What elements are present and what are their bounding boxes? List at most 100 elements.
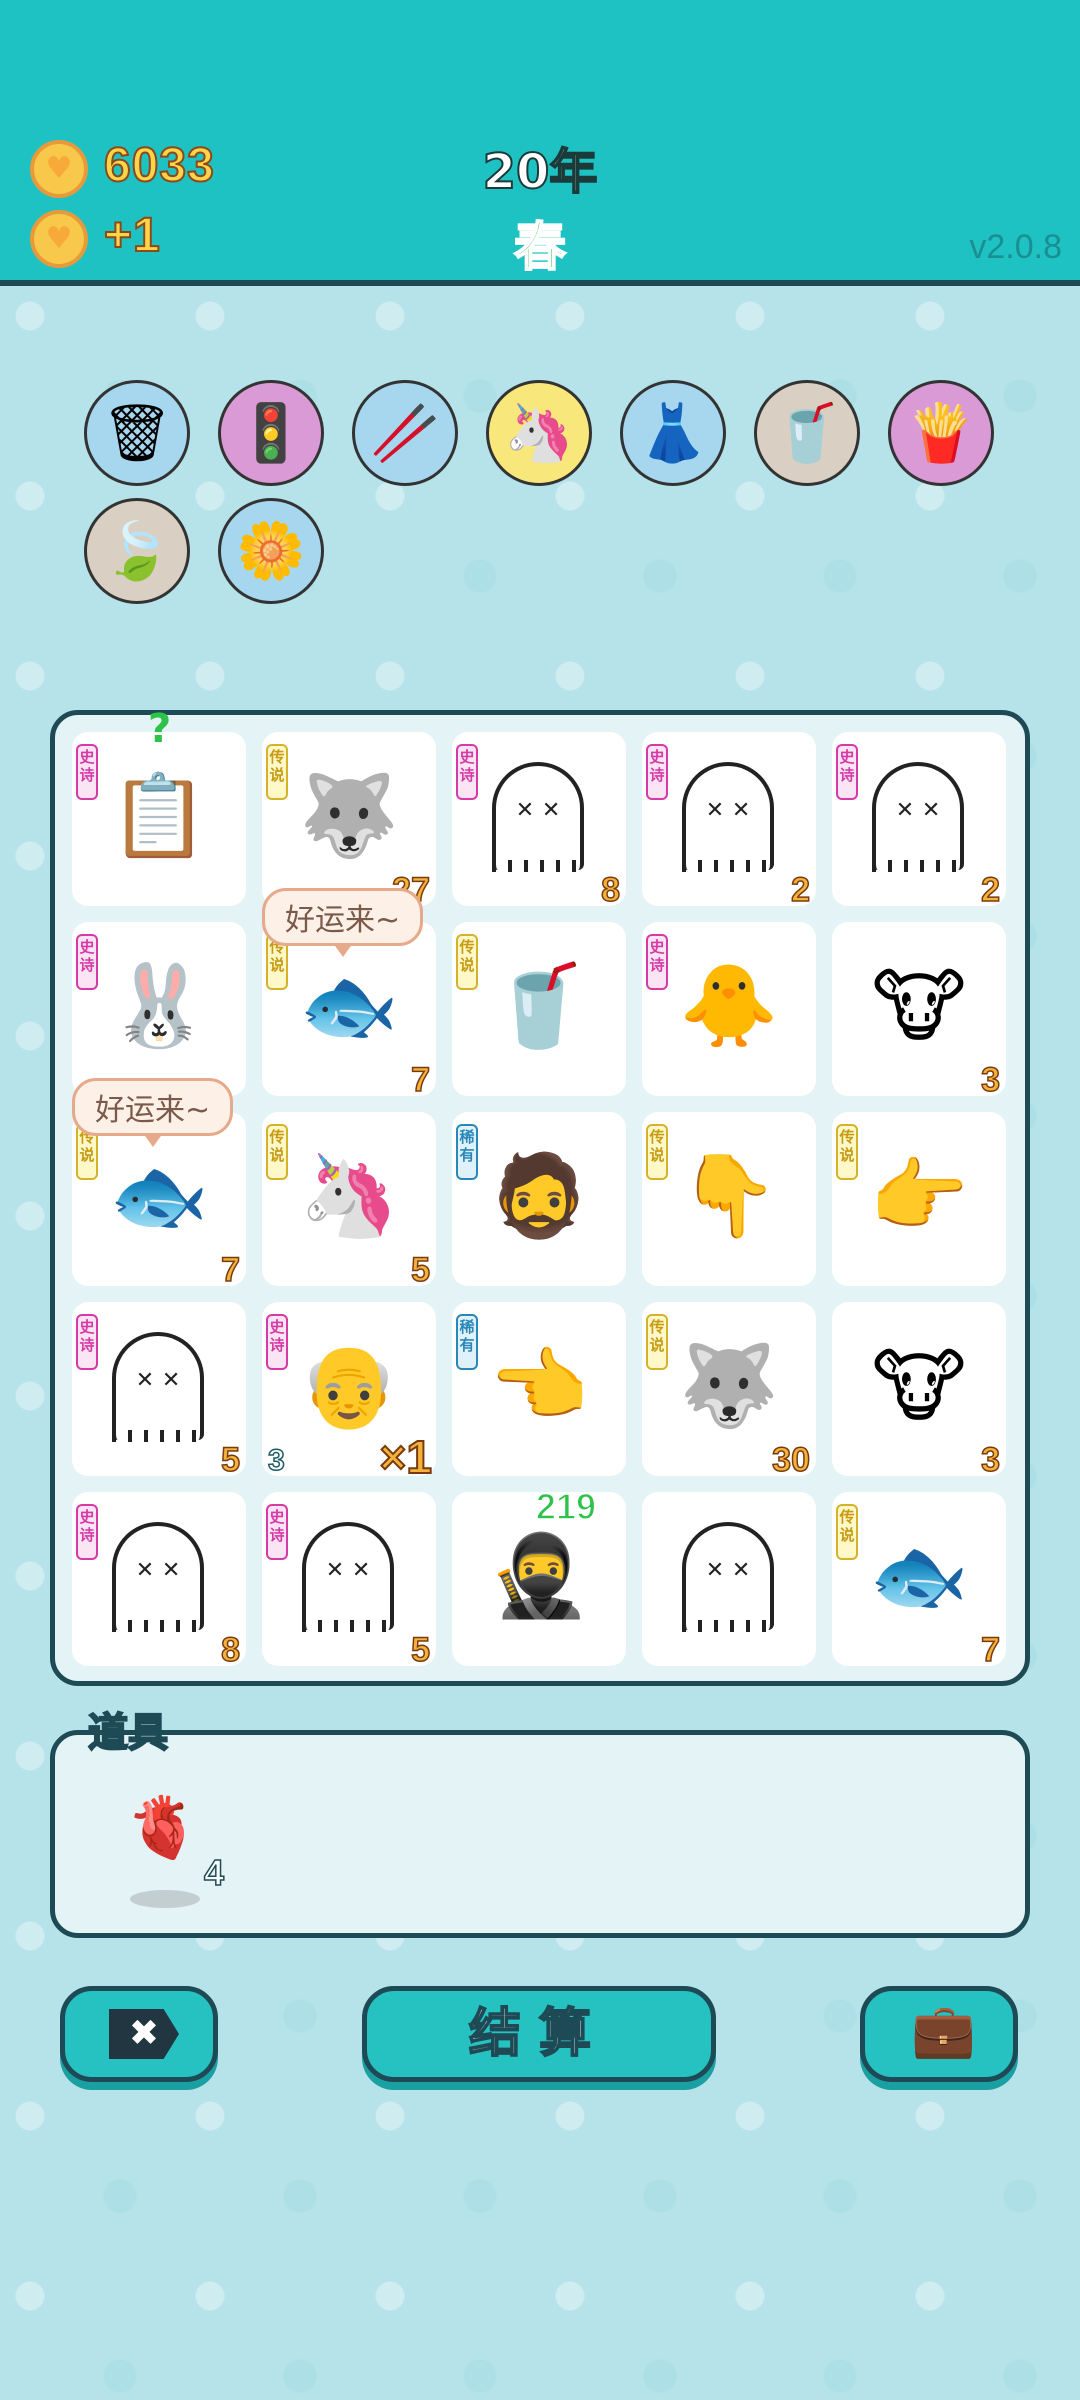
ghost-hem <box>872 860 964 872</box>
board-cell[interactable]: 👴 史诗 3 ×1 <box>262 1302 436 1484</box>
cell-counter: 7 <box>220 1250 240 1290</box>
rarity-badge: 史诗 <box>76 744 98 800</box>
rarity-badge: 史诗 <box>836 744 858 800</box>
cow-icon: 🐮 <box>871 959 967 1053</box>
ghost-icon <box>112 1332 204 1440</box>
board-cell[interactable]: 👉 传说 <box>832 1112 1006 1286</box>
cell-counter: 7 <box>410 1060 430 1100</box>
rarity-badge: 传说 <box>646 1124 668 1180</box>
board-cell[interactable]: 🐺 传说 27 <box>262 732 436 910</box>
board-cell[interactable]: 史诗 8 <box>72 1492 246 1670</box>
bucket-hat-man-icon: 🧔 <box>489 1149 589 1242</box>
speech-bubble: 好运来~ <box>72 1078 234 1147</box>
rarity-badge: 史诗 <box>456 744 478 800</box>
rarity-badge: 传说 <box>266 1124 288 1180</box>
delete-button[interactable]: ✖ <box>60 1986 218 2082</box>
ghost-hem <box>682 860 774 872</box>
rarity-badge: 传说 <box>646 1314 668 1370</box>
rarity-badge: 传说 <box>456 934 478 990</box>
cell-counter-left: 3 <box>267 1443 285 1478</box>
thief-icon: 🥷 <box>489 1529 589 1622</box>
board-cell[interactable]: 🐮 3 <box>832 922 1006 1100</box>
koi-fish-icon: 🐟 <box>869 1529 969 1622</box>
yellow-face-icon: 🐥 <box>679 959 779 1052</box>
koi-fish-icon: 🐟 <box>299 959 399 1052</box>
board-cell[interactable]: 史诗 5 <box>72 1302 246 1480</box>
board-cell[interactable]: 🥤 传说 <box>452 922 626 1096</box>
year-label: 20年 <box>482 143 599 201</box>
cell-counter: 3 <box>980 1060 1000 1100</box>
board-cell[interactable]: 史诗 2 <box>832 732 1006 910</box>
cell-counter: 5 <box>220 1440 240 1480</box>
speech-bubble: 好运来~ <box>262 888 424 957</box>
delete-icon: ✖ <box>109 2009 179 2059</box>
cell-counter: 5 <box>410 1250 430 1290</box>
old-man-icon: 👴 <box>299 1339 399 1432</box>
traffic-light-ghost-icon[interactable]: 🚦 <box>218 380 324 486</box>
ghost-hem <box>112 1430 204 1442</box>
bubble-tea-icon: 🥤 <box>489 959 589 1052</box>
ghost-icon <box>682 762 774 870</box>
coin-icon <box>30 140 88 198</box>
rarity-badge: 史诗 <box>76 934 98 990</box>
ghost-icon <box>872 762 964 870</box>
rarity-badge: 史诗 <box>266 1504 288 1560</box>
cell-counter: 2 <box>790 870 810 910</box>
board-cell[interactable]: 史诗 5 <box>262 1492 436 1670</box>
rarity-badge: 史诗 <box>76 1504 98 1560</box>
board-cell[interactable]: 🐟 传说 7 <box>832 1492 1006 1670</box>
unicorn-icon[interactable]: 🦄 <box>486 380 592 486</box>
board-cell[interactable]: 史诗 2 <box>642 732 816 910</box>
board-cell[interactable]: 🐺 传说 30 <box>642 1302 816 1480</box>
hand-point-down-icon: 👇 <box>679 1149 779 1242</box>
potted-flower-icon[interactable]: 🌼 <box>218 498 324 604</box>
cow-icon: 🐮 <box>871 1339 967 1433</box>
season-label: 春 <box>513 217 567 279</box>
props-title: 道具 <box>87 1709 169 1757</box>
hand-point-right-icon: 👉 <box>869 1149 969 1242</box>
bag-button[interactable]: 💼 <box>860 1986 1018 2082</box>
cell-counter: 2 <box>980 870 1000 910</box>
cell-counter: 8 <box>600 870 620 910</box>
settle-button[interactable]: 结算 <box>362 1986 716 2082</box>
multiplier-label: ×1 <box>379 1430 433 1484</box>
cell-counter: 7 <box>980 1630 1000 1670</box>
header-divider <box>0 280 1080 286</box>
fries-icon[interactable]: 🍟 <box>888 380 994 486</box>
version-label: v2.0.8 <box>969 228 1062 266</box>
question-mark-icon: ? <box>148 706 172 752</box>
koi-fish-icon: 🐟 <box>109 1149 209 1242</box>
board-cell[interactable]: 🧔 稀有 <box>452 1112 626 1286</box>
unicorn-icon: 🦄 <box>299 1149 399 1242</box>
cell-counter: 8 <box>220 1630 240 1670</box>
board-cell[interactable]: 🦄 传说 5 <box>262 1112 436 1290</box>
rarity-badge: 史诗 <box>76 1314 98 1370</box>
rarity-badge: 传说 <box>266 744 288 800</box>
board-cell[interactable]: 🐥 史诗 <box>642 922 816 1096</box>
ghost-hem <box>302 1620 394 1632</box>
rarity-badge: 稀有 <box>456 1124 478 1180</box>
liver-icon[interactable]: 🫀 <box>118 1792 208 1863</box>
ghost-hem <box>682 1620 774 1632</box>
board-cell[interactable]: 📋 史诗? <box>72 706 246 906</box>
board-cell[interactable]: 🥷 219 <box>452 1485 626 1666</box>
husky-king-icon: 🐺 <box>299 769 399 862</box>
board-cell[interactable]: 👈 稀有 <box>452 1302 626 1476</box>
cell-counter: 5 <box>410 1630 430 1670</box>
rarity-badge: 传说 <box>836 1124 858 1180</box>
board-cell[interactable]: 🐰 史诗 <box>72 922 246 1096</box>
garbage-bag-icon[interactable]: 🗑 <box>84 380 190 486</box>
chopsticks-icon[interactable]: 🥢 <box>352 380 458 486</box>
ghost-hem <box>112 1620 204 1632</box>
rarity-badge: 史诗 <box>646 744 668 800</box>
board-cell[interactable]: 🐮 3 <box>832 1302 1006 1480</box>
rabbit-tent-icon: 🐰 <box>109 959 209 1052</box>
leaf-icon[interactable]: 🍃 <box>84 498 190 604</box>
board-cell[interactable]: 👇 传说 <box>642 1112 816 1286</box>
ghost-hem <box>492 860 584 872</box>
board-cell[interactable] <box>642 1492 816 1666</box>
bubble-tea-icon[interactable]: 🥤 <box>754 380 860 486</box>
skirt-icon[interactable]: 👗 <box>620 380 726 486</box>
board-cell[interactable]: 史诗 8 <box>452 732 626 910</box>
settle-label: 结算 <box>468 2003 609 2065</box>
